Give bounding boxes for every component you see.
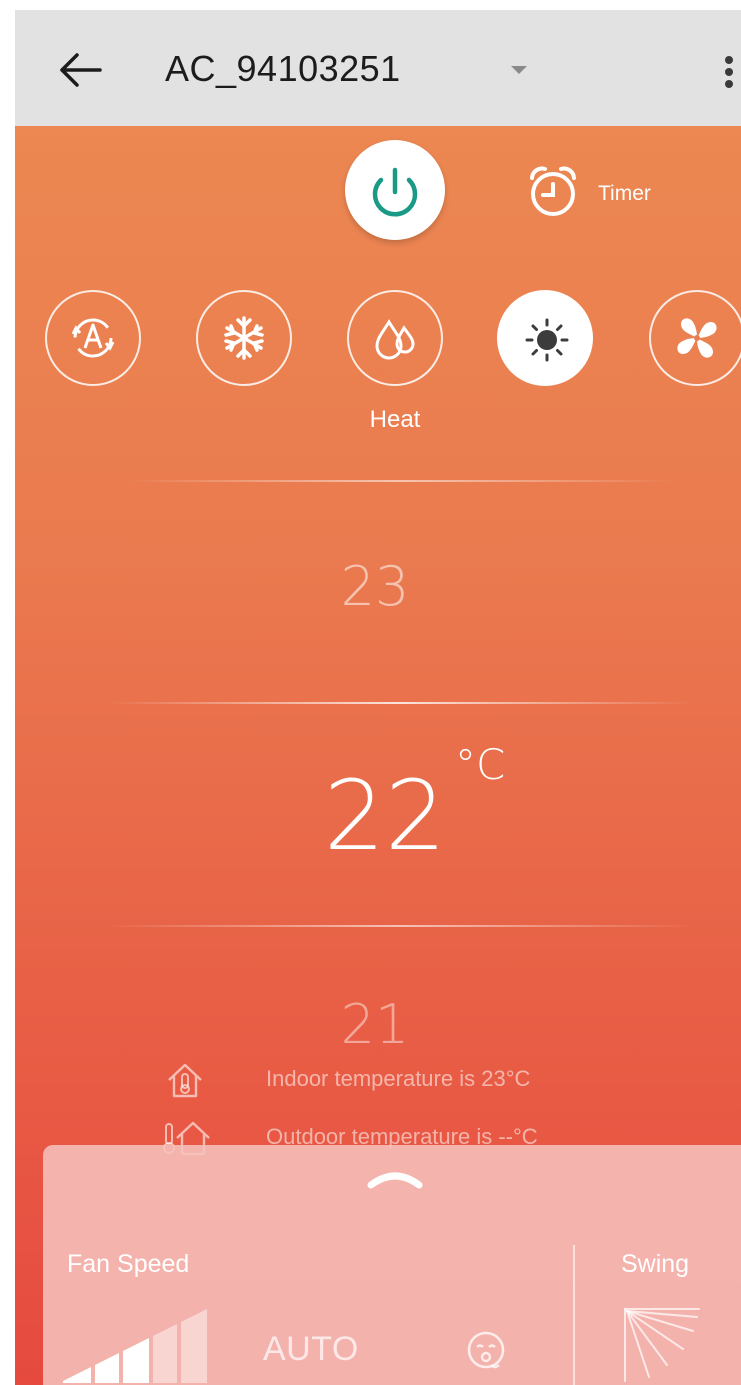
back-button[interactable] bbox=[55, 50, 105, 90]
mode-fan-button[interactable] bbox=[649, 290, 741, 386]
swing-rays-icon[interactable] bbox=[621, 1305, 711, 1385]
fan-speed-value[interactable]: AUTO bbox=[263, 1330, 359, 1369]
app-bar: AC_94103251 bbox=[15, 10, 741, 126]
timer-label[interactable]: Timer bbox=[598, 182, 651, 206]
house-thermometer-icon bbox=[168, 1063, 202, 1098]
fan-speed-label: Fan Speed bbox=[67, 1250, 190, 1278]
panel-divider bbox=[573, 1245, 575, 1385]
mode-cool-button[interactable] bbox=[196, 290, 292, 386]
temperature-option-below[interactable]: 21 bbox=[265, 995, 485, 1055]
signal-bars-icon[interactable] bbox=[61, 1303, 221, 1383]
temperature-option-above[interactable]: 23 bbox=[300, 555, 450, 618]
water-drops-icon bbox=[375, 319, 415, 360]
snowflake-icon bbox=[224, 316, 264, 360]
selected-mode-label: Heat bbox=[369, 406, 421, 433]
current-temperature[interactable]: 22 bbox=[300, 760, 470, 872]
mode-auto-button[interactable] bbox=[45, 290, 141, 386]
fan-icon bbox=[677, 318, 717, 358]
device-title[interactable]: AC_94103251 bbox=[165, 48, 401, 90]
temperature-option-below-wrap: 21 bbox=[265, 995, 485, 1055]
power-icon bbox=[372, 167, 418, 217]
chevron-up-icon[interactable] bbox=[365, 1163, 425, 1193]
swing-label: Swing bbox=[621, 1250, 690, 1278]
picker-divider-bottom bbox=[105, 925, 695, 927]
mode-heat-button[interactable] bbox=[497, 290, 593, 386]
power-button[interactable] bbox=[345, 140, 445, 240]
indoor-temperature-text: Indoor temperature is 23°C bbox=[266, 1066, 531, 1091]
more-options-button[interactable] bbox=[723, 52, 735, 92]
alarm-clock-icon bbox=[530, 166, 576, 216]
picker-divider-top bbox=[125, 480, 675, 482]
eco-face-icon[interactable] bbox=[461, 1325, 511, 1375]
more-vertical-icon bbox=[725, 56, 733, 88]
auto-mode-icon bbox=[71, 318, 115, 358]
device-dropdown-button[interactable] bbox=[507, 60, 531, 80]
app-screen: AC_94103251 Timer Heat 23 22 °C 21 Indoo… bbox=[15, 10, 741, 1385]
temperature-unit: °C bbox=[455, 740, 506, 789]
bottom-control-panel: Fan Speed AUTO Swing bbox=[43, 1145, 741, 1385]
arrow-left-icon bbox=[60, 53, 102, 87]
mode-dry-button[interactable] bbox=[347, 290, 443, 386]
sun-icon bbox=[525, 318, 569, 362]
chevron-down-icon bbox=[511, 66, 527, 74]
picker-divider-middle bbox=[105, 702, 695, 704]
indoor-temperature-row: Indoor temperature is 23°C bbox=[165, 1060, 645, 1100]
